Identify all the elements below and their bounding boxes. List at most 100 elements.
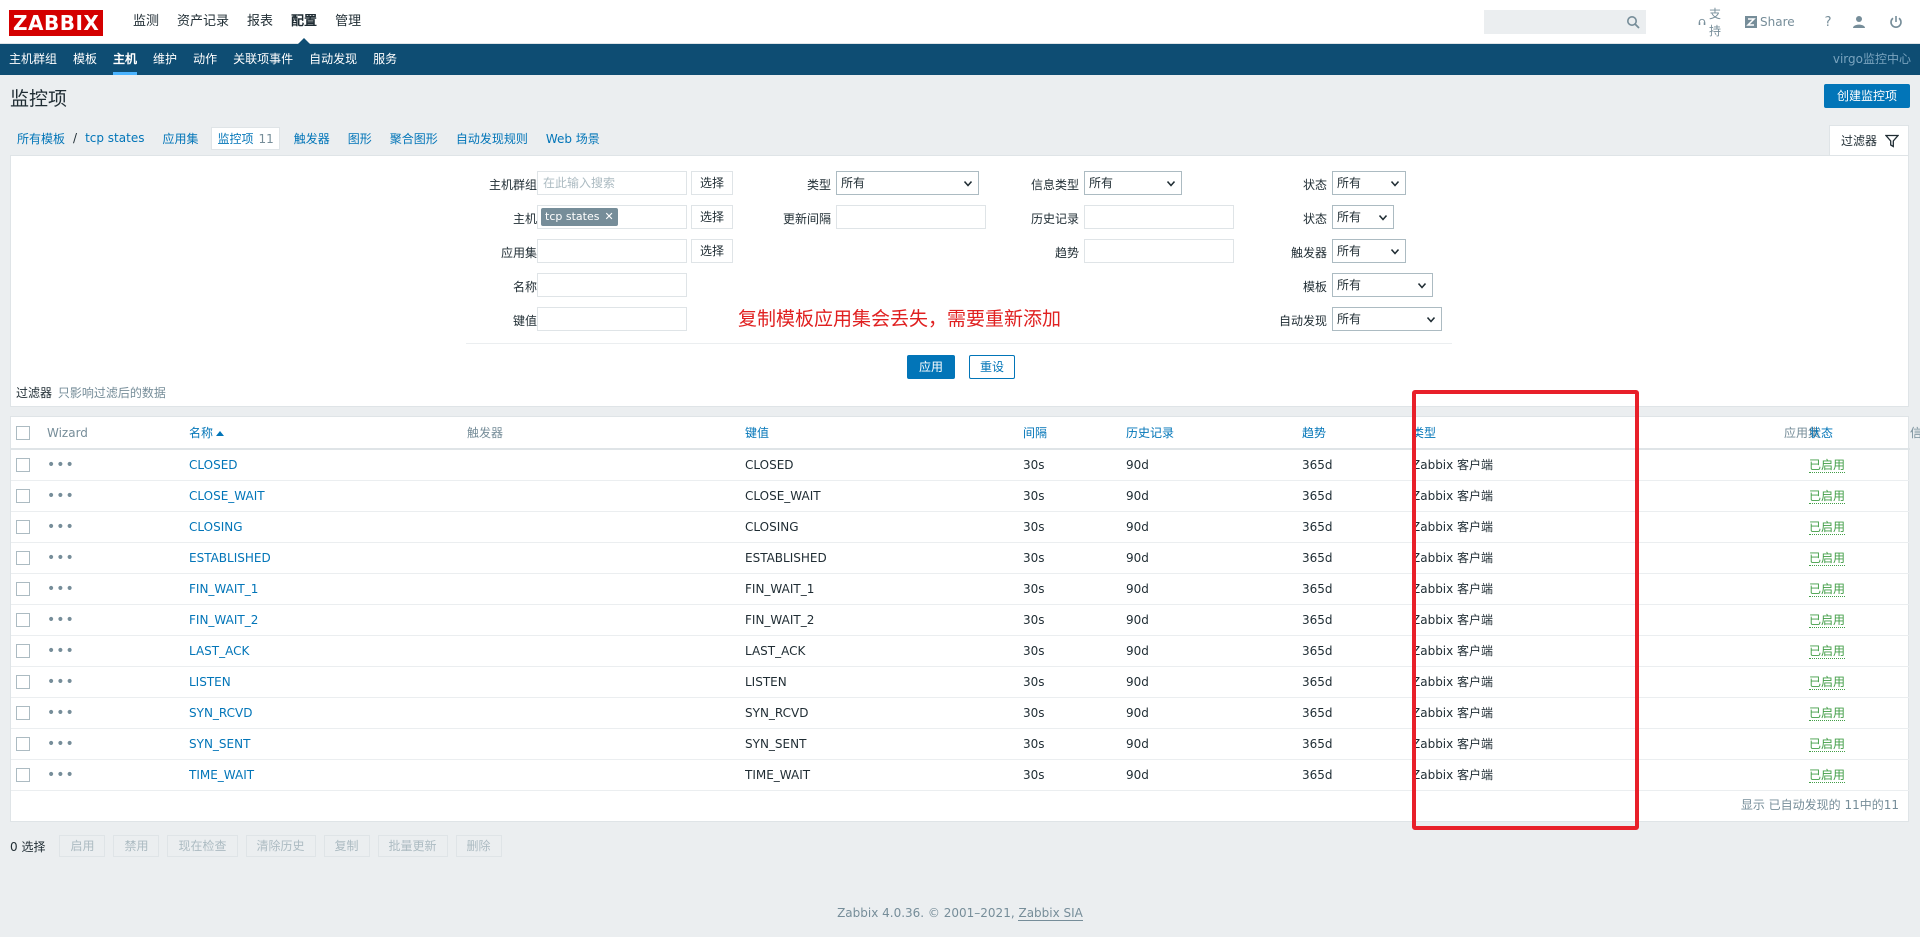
more-options-icon[interactable]: ••• — [47, 457, 75, 473]
trends-input[interactable] — [1084, 239, 1234, 263]
remove-tag-icon[interactable]: ✕ — [604, 208, 613, 226]
tab-items[interactable]: 监控项 11 — [211, 126, 280, 150]
submenu-host-groups[interactable]: 主机群组 — [1, 44, 65, 75]
tab-web-scenarios[interactable]: Web 场景 — [546, 130, 600, 147]
more-options-icon[interactable]: ••• — [47, 767, 75, 783]
more-options-icon[interactable]: ••• — [47, 612, 75, 628]
reset-filter-button[interactable]: 重设 — [969, 355, 1016, 379]
filter-tab[interactable]: 过滤器 — [1829, 125, 1909, 155]
submenu-actions[interactable]: 动作 — [185, 44, 225, 75]
name-input[interactable] — [537, 273, 687, 297]
more-options-icon[interactable]: ••• — [47, 736, 75, 752]
row-checkbox[interactable] — [16, 550, 30, 565]
delete-button[interactable]: 删除 — [455, 835, 502, 857]
global-search-input[interactable] — [1484, 10, 1646, 34]
host-group-input[interactable]: 在此输入搜索 — [537, 171, 687, 195]
update-interval-input[interactable] — [836, 205, 986, 229]
row-checkbox[interactable] — [16, 767, 30, 782]
col-status[interactable]: 状态 — [1809, 417, 1910, 450]
more-options-icon[interactable]: ••• — [47, 643, 75, 659]
more-options-icon[interactable]: ••• — [47, 705, 75, 721]
item-status-link[interactable]: 已启用 — [1809, 489, 1846, 504]
menu-inventory[interactable]: 资产记录 — [168, 0, 238, 44]
tab-triggers[interactable]: 触发器 — [294, 130, 330, 147]
item-name-link[interactable]: SYN_RCVD — [189, 706, 253, 720]
host-select-button[interactable]: 选择 — [691, 205, 734, 229]
row-checkbox[interactable] — [16, 519, 30, 534]
disable-button[interactable]: 禁用 — [113, 835, 160, 857]
item-status-link[interactable]: 已启用 — [1809, 613, 1846, 628]
more-options-icon[interactable]: ••• — [47, 550, 75, 566]
tab-screens[interactable]: 聚合图形 — [390, 130, 438, 147]
host-input[interactable]: tcp states ✕ — [537, 205, 687, 229]
submenu-services[interactable]: 服务 — [365, 44, 405, 75]
col-history[interactable]: 历史记录 — [1126, 417, 1302, 450]
row-checkbox[interactable] — [16, 581, 30, 596]
more-options-icon[interactable]: ••• — [47, 674, 75, 690]
state-select[interactable]: 所有 — [1332, 171, 1406, 195]
col-key[interactable]: 键值 — [745, 417, 1023, 450]
more-options-icon[interactable]: ••• — [47, 581, 75, 597]
row-checkbox[interactable] — [16, 705, 30, 720]
share-link[interactable]: Share — [1745, 15, 1795, 29]
zabbix-logo[interactable]: ZABBIX — [9, 10, 104, 36]
submenu-hosts[interactable]: 主机 — [105, 44, 145, 75]
menu-configuration[interactable]: 配置 — [282, 0, 326, 44]
item-status-link[interactable]: 已启用 — [1809, 768, 1846, 783]
item-status-link[interactable]: 已启用 — [1809, 644, 1846, 659]
more-options-icon[interactable]: ••• — [47, 488, 75, 504]
col-interval[interactable]: 间隔 — [1023, 417, 1126, 450]
row-checkbox[interactable] — [16, 612, 30, 627]
template-select[interactable]: 所有 — [1332, 273, 1433, 297]
help-link[interactable]: ? — [1825, 15, 1832, 30]
item-name-link[interactable]: CLOSING — [189, 520, 243, 534]
footer-company-link[interactable]: Zabbix SIA — [1018, 906, 1083, 921]
tab-discovery-rules[interactable]: 自动发现规则 — [456, 130, 528, 147]
item-name-link[interactable]: CLOSED — [189, 458, 238, 472]
item-name-link[interactable]: LAST_ACK — [189, 644, 249, 658]
profile-link[interactable] — [1852, 15, 1869, 29]
breadcrumb-template[interactable]: tcp states — [85, 131, 144, 145]
more-options-icon[interactable]: ••• — [47, 519, 75, 535]
copy-button[interactable]: 复制 — [323, 835, 370, 857]
triggers-select[interactable]: 所有 — [1332, 239, 1406, 263]
apply-filter-button[interactable]: 应用 — [907, 355, 956, 379]
sign-out-link[interactable] — [1889, 15, 1906, 29]
submenu-discovery[interactable]: 自动发现 — [301, 44, 365, 75]
menu-reports[interactable]: 报表 — [238, 0, 282, 44]
host-group-select-button[interactable]: 选择 — [691, 171, 734, 195]
application-select-button[interactable]: 选择 — [691, 239, 734, 263]
item-name-link[interactable]: FIN_WAIT_2 — [189, 613, 258, 627]
submenu-maintenance[interactable]: 维护 — [145, 44, 185, 75]
item-status-link[interactable]: 已启用 — [1809, 675, 1846, 690]
col-name[interactable]: 名称 — [189, 417, 467, 450]
item-name-link[interactable]: LISTEN — [189, 675, 231, 689]
row-checkbox[interactable] — [16, 674, 30, 689]
create-item-button[interactable]: 创建监控项 — [1823, 84, 1910, 108]
row-checkbox[interactable] — [16, 488, 30, 503]
row-checkbox[interactable] — [16, 458, 30, 472]
discovery-select[interactable]: 所有 — [1332, 307, 1442, 331]
col-trends[interactable]: 趋势 — [1302, 417, 1412, 450]
item-status-link[interactable]: 已启用 — [1809, 551, 1846, 566]
info-type-select[interactable]: 所有 — [1084, 171, 1182, 195]
submenu-templates[interactable]: 模板 — [65, 44, 105, 75]
type-select[interactable]: 所有 — [836, 171, 979, 195]
history-input[interactable] — [1084, 205, 1234, 229]
select-all-checkbox[interactable] — [16, 425, 30, 440]
enable-button[interactable]: 启用 — [59, 835, 106, 857]
tab-applications[interactable]: 应用集 — [162, 130, 198, 147]
item-name-link[interactable]: CLOSE_WAIT — [189, 489, 265, 503]
item-status-link[interactable]: 已启用 — [1809, 582, 1846, 597]
item-status-link[interactable]: 已启用 — [1809, 520, 1846, 535]
support-link[interactable]: 支持 — [1698, 5, 1725, 39]
item-status-link[interactable]: 已启用 — [1809, 737, 1846, 752]
mass-update-button[interactable]: 批量更新 — [377, 835, 448, 857]
breadcrumb-all-templates[interactable]: 所有模板 — [17, 130, 65, 147]
row-checkbox[interactable] — [16, 643, 30, 658]
tab-graphs[interactable]: 图形 — [348, 130, 372, 147]
item-name-link[interactable]: ESTABLISHED — [189, 551, 271, 565]
item-status-link[interactable]: 已启用 — [1809, 458, 1846, 474]
menu-administration[interactable]: 管理 — [326, 0, 370, 44]
row-checkbox[interactable] — [16, 736, 30, 751]
